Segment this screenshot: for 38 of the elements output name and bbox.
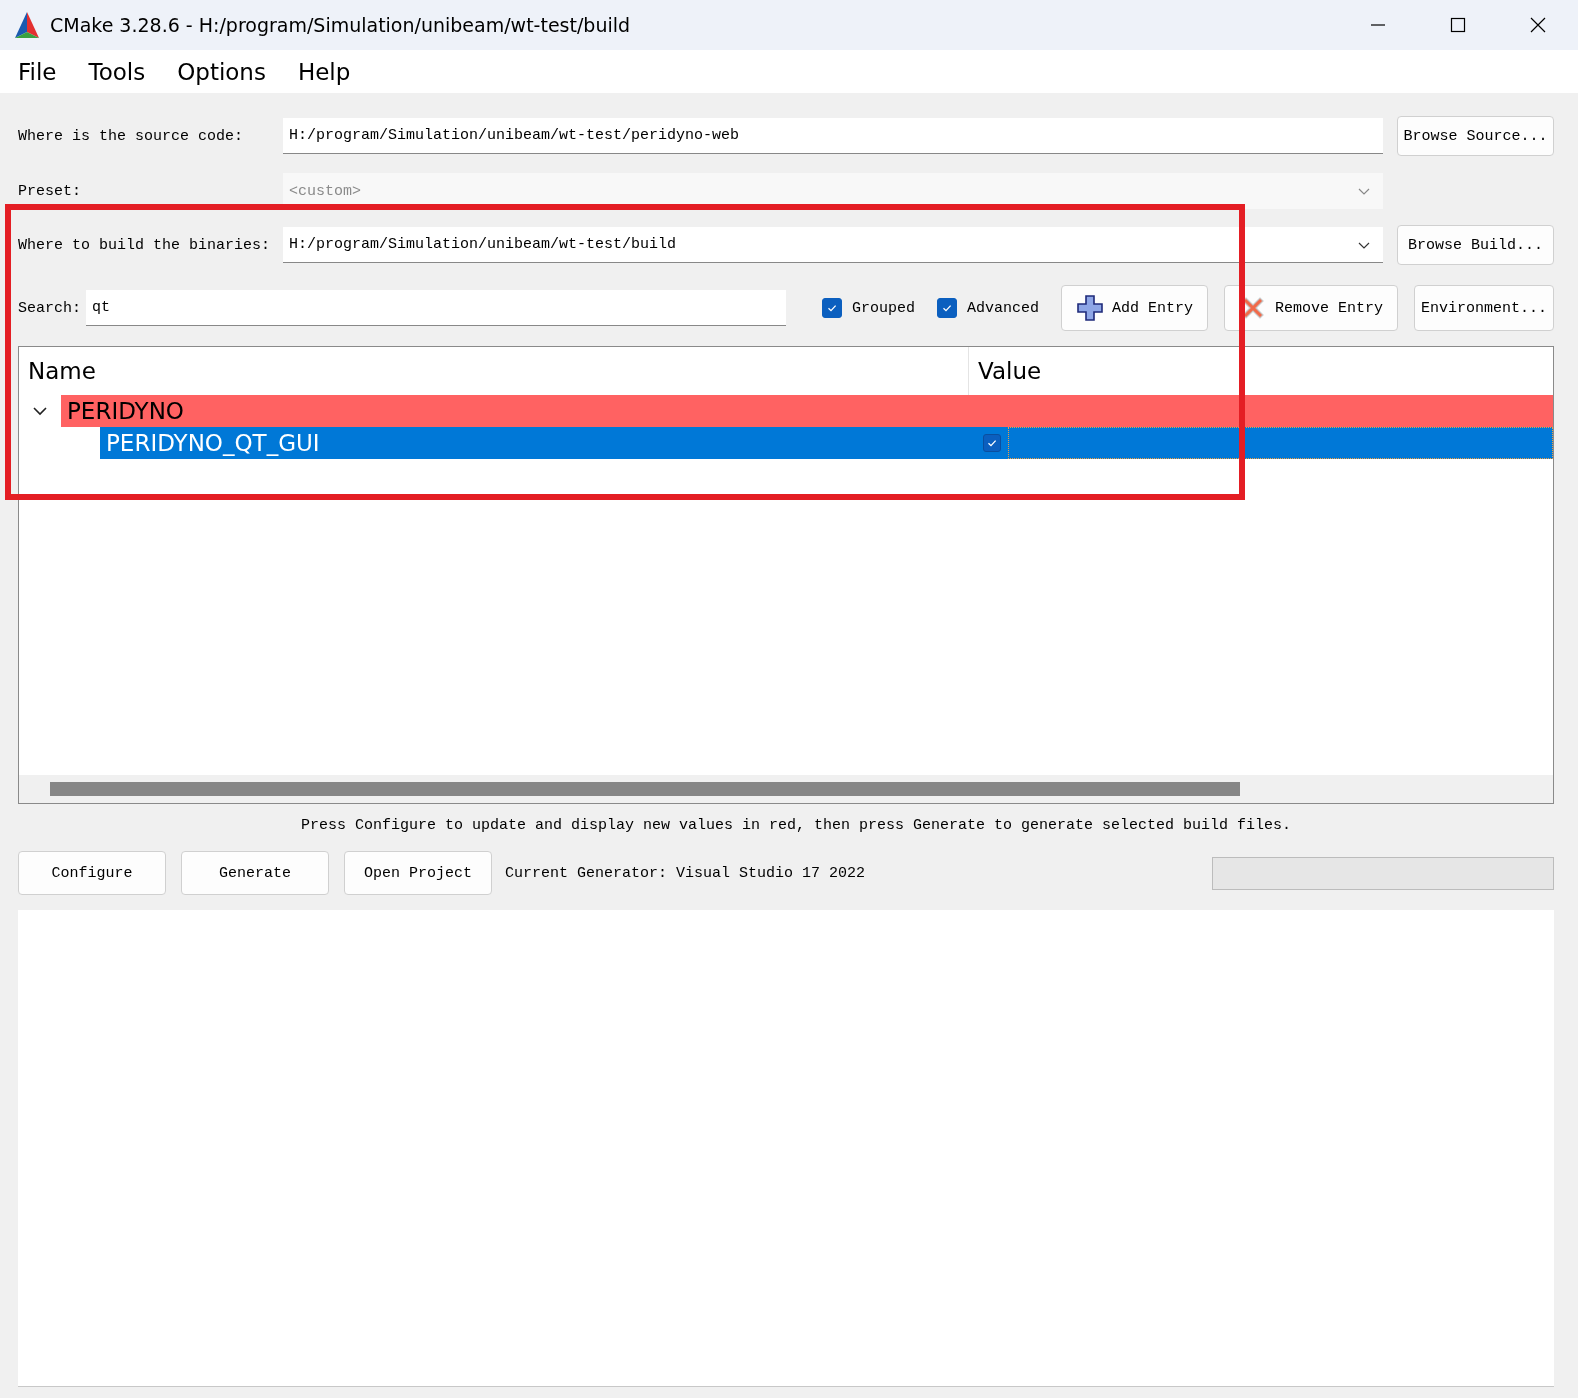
menu-item[interactable]: Help <box>285 58 363 85</box>
close-icon <box>1530 17 1546 33</box>
checkbox-label: Grouped <box>851 299 915 317</box>
minimize-icon <box>1370 24 1386 26</box>
build-dir-dropdown[interactable]: H:/program/Simulation/unibeam/wt-test/build <box>283 227 1383 263</box>
browse-source-button[interactable]: Browse Source... <box>1397 116 1554 156</box>
input-field[interactable]: H:/program/Simulation/unibeam/wt-test/peridyno-web <box>283 118 1383 154</box>
field-label: Where to build the binaries: <box>18 236 272 254</box>
checkbox[interactable] <box>821 298 842 318</box>
action-button[interactable]: Open Project <box>344 851 492 895</box>
scrollbar-thumb[interactable] <box>50 782 1240 796</box>
group-row[interactable]: PERIDYNO <box>61 395 1553 427</box>
checkbox[interactable] <box>936 298 957 318</box>
menu-item[interactable]: File <box>6 58 69 85</box>
browse-build-button[interactable]: Browse Build... <box>1397 225 1554 265</box>
field-label: Where is the source code: <box>18 127 245 145</box>
entry-button[interactable]: Remove Entry <box>1223 285 1398 331</box>
generator-label: Current Generator: Visual Studio 17 2022 <box>505 864 867 882</box>
entry-name[interactable]: PERIDYNO_QT_GUI <box>100 427 976 459</box>
chevron-icon <box>1357 186 1371 196</box>
maximize-icon <box>1450 17 1466 33</box>
hint-text: Press Configure to update and display new values in red, then press Generate to generate selected build files. <box>299 817 1293 836</box>
plus-icon <box>1075 294 1104 322</box>
checkbox-label: Advanced <box>966 299 1039 317</box>
value-cell[interactable] <box>1008 427 1553 459</box>
field-label: Search: <box>18 299 82 317</box>
window-title: CMake 3.28.6 - H:/program/Simulation/unibeam/wt-test/build <box>50 14 632 36</box>
triangle-logo-icon <box>12 10 42 40</box>
action-button[interactable]: Configure <box>18 851 166 895</box>
search-field[interactable]: qt <box>85 290 786 326</box>
menu-item[interactable]: Options <box>165 58 278 85</box>
column-header: Value <box>977 357 1042 386</box>
action-button[interactable]: Generate <box>181 851 329 895</box>
menu-item[interactable]: Tools <box>76 58 158 85</box>
entry-button[interactable]: Environment... <box>1413 285 1554 331</box>
entry-button[interactable]: Add Entry <box>1060 285 1208 331</box>
checkbox[interactable] <box>983 434 1001 452</box>
field-label: Preset: <box>18 182 82 200</box>
